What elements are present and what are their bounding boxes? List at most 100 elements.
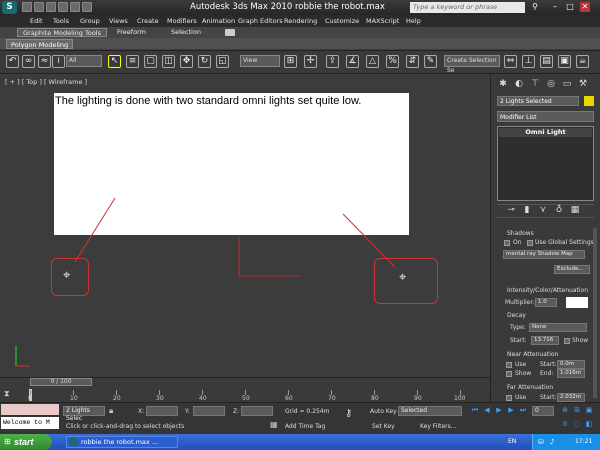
- display-tab-icon[interactable]: ▭: [561, 78, 573, 90]
- utilities-tab-icon[interactable]: ⚒: [577, 78, 589, 90]
- close-button[interactable]: ✕: [580, 2, 590, 12]
- scale-icon[interactable]: ◱: [216, 55, 229, 68]
- minimize-button[interactable]: –: [550, 2, 560, 12]
- far-start-input[interactable]: 2.032m: [557, 393, 585, 402]
- zoom-icon[interactable]: ⊕: [560, 406, 570, 415]
- maxscript-welcome-text[interactable]: Welcome to M: [1, 417, 59, 429]
- open-file-icon[interactable]: [34, 2, 44, 12]
- next-frame-icon[interactable]: ▶: [506, 406, 516, 415]
- menu-group[interactable]: Group: [80, 17, 100, 25]
- z-coordinate-input[interactable]: [241, 406, 273, 416]
- pan-icon[interactable]: ✋︎: [560, 420, 570, 429]
- use-global-settings-checkbox[interactable]: [527, 240, 533, 246]
- decay-start-input[interactable]: 13.716: [531, 336, 559, 345]
- modifier-list-dropdown[interactable]: Modifier List: [497, 111, 594, 122]
- shadows-on-checkbox[interactable]: [504, 240, 510, 246]
- ribbon-toggle-icon[interactable]: [225, 29, 235, 36]
- menu-customize[interactable]: Customize: [325, 17, 359, 25]
- tab-selection[interactable]: Selection: [166, 28, 206, 37]
- save-file-icon[interactable]: [46, 2, 56, 12]
- search-icon[interactable]: ⚲: [530, 2, 540, 12]
- near-start-input[interactable]: 0.0m: [557, 360, 585, 369]
- named-selection-dropdown[interactable]: Create Selection Se: [444, 55, 500, 74]
- multiplier-input[interactable]: 1.0: [535, 298, 557, 307]
- time-tag-icon[interactable]: ▦: [270, 420, 280, 430]
- menu-help[interactable]: Help: [406, 17, 421, 25]
- menu-modifiers[interactable]: Modifiers: [167, 17, 197, 25]
- menu-views[interactable]: Views: [109, 17, 128, 25]
- language-indicator[interactable]: EN: [508, 438, 516, 445]
- redo-icon[interactable]: [70, 2, 80, 12]
- motion-tab-icon[interactable]: ◎: [545, 78, 557, 90]
- pin-stack-icon[interactable]: ⊸: [505, 204, 517, 216]
- orbit-icon[interactable]: ◌: [572, 420, 582, 429]
- time-slider[interactable]: 0 / 100: [30, 378, 92, 386]
- maximize-viewport-icon[interactable]: ◧: [584, 420, 594, 429]
- select-manipulate-icon[interactable]: ✢: [304, 55, 317, 68]
- bind-space-warp-icon[interactable]: ≀: [52, 55, 65, 68]
- omni-light-right-icon[interactable]: ⌖: [399, 270, 406, 285]
- unlink-icon[interactable]: ≈: [38, 55, 51, 68]
- network-tray-icon[interactable]: ⛁: [538, 438, 546, 446]
- command-panel-scrollbar[interactable]: [593, 228, 597, 398]
- maxscript-listener-mini[interactable]: [1, 404, 59, 415]
- omni-light-left-icon[interactable]: ⌖: [63, 268, 70, 283]
- current-frame-input[interactable]: 0: [532, 406, 554, 416]
- auto-key-button[interactable]: Auto Key: [370, 408, 397, 415]
- tab-freeform[interactable]: Freeform: [112, 28, 151, 37]
- mini-curve-editor-icon[interactable]: ⧗: [4, 389, 14, 399]
- near-show-checkbox[interactable]: [506, 371, 512, 377]
- move-icon[interactable]: ✥: [180, 55, 193, 68]
- percent-snap-icon[interactable]: %: [386, 55, 399, 68]
- tab-polygon-modeling[interactable]: Polygon Modeling: [6, 39, 74, 49]
- mirror-icon[interactable]: ⇔: [504, 55, 517, 68]
- near-end-input[interactable]: 1.016m: [557, 369, 585, 378]
- menu-maxscript[interactable]: MAXScript: [366, 17, 399, 25]
- zoom-extents-icon[interactable]: ▣: [584, 406, 594, 415]
- reference-coordinate-dropdown[interactable]: View: [240, 55, 280, 67]
- pivot-center-icon[interactable]: ⊞: [284, 55, 297, 68]
- edit-named-selections-icon[interactable]: ✎: [424, 55, 437, 68]
- object-name-field[interactable]: 2 Lights Selected: [497, 96, 579, 106]
- snaps-toggle-icon[interactable]: ∡: [346, 55, 359, 68]
- key-filters-button[interactable]: Key Filters...: [420, 423, 457, 430]
- window-crossing-icon[interactable]: ◫: [162, 55, 175, 68]
- shadows-rollout-title[interactable]: Shadows: [507, 230, 534, 237]
- modify-tab-icon[interactable]: ◐: [513, 78, 525, 90]
- stack-item-omni-light[interactable]: Omni Light: [499, 128, 592, 137]
- rotate-icon[interactable]: ↻: [198, 55, 211, 68]
- far-use-checkbox[interactable]: [506, 395, 512, 401]
- spinner-snap-icon[interactable]: ⇵: [406, 55, 419, 68]
- undo-icon[interactable]: [58, 2, 68, 12]
- show-end-result-icon[interactable]: ▮: [521, 204, 533, 216]
- object-color-swatch[interactable]: [584, 96, 594, 106]
- angle-snap-icon[interactable]: △: [366, 55, 379, 68]
- y-coordinate-input[interactable]: [193, 406, 225, 416]
- selection-filter-dropdown[interactable]: All: [66, 55, 102, 67]
- add-time-tag[interactable]: Add Time Tag: [285, 423, 325, 430]
- render-icon[interactable]: ☕: [576, 55, 589, 68]
- make-unique-icon[interactable]: ⋎: [537, 204, 549, 216]
- hierarchy-tab-icon[interactable]: ⊤: [529, 78, 541, 90]
- decay-type-dropdown[interactable]: None: [529, 323, 587, 332]
- select-object-icon[interactable]: ↖: [108, 55, 121, 68]
- link-icon[interactable]: ∞: [22, 55, 35, 68]
- light-color-swatch[interactable]: [566, 297, 588, 308]
- shadow-type-dropdown[interactable]: mental ray Shadow Map: [503, 250, 585, 259]
- decay-show-checkbox[interactable]: [564, 338, 570, 344]
- taskbar-item-3ds-max[interactable]: robbie the robot.max ...: [66, 436, 178, 448]
- menu-tools[interactable]: Tools: [53, 17, 69, 25]
- zoom-all-icon[interactable]: ⊞: [572, 406, 582, 415]
- render-setup-icon[interactable]: ▣: [558, 55, 571, 68]
- set-key-button[interactable]: Set Key: [372, 423, 395, 430]
- select-by-name-icon[interactable]: ≡: [126, 55, 139, 68]
- menu-animation[interactable]: Animation: [202, 17, 235, 25]
- previous-frame-icon[interactable]: ◀: [482, 406, 492, 415]
- configure-sets-icon[interactable]: ▦: [569, 204, 581, 216]
- key-selection-dropdown[interactable]: Selected: [398, 406, 462, 416]
- app-logo-icon[interactable]: S: [2, 1, 17, 14]
- intensity-rollout-title[interactable]: Intensity/Color/Attenuation: [507, 287, 588, 294]
- go-to-end-icon[interactable]: ⏭: [518, 406, 528, 415]
- exclude-button[interactable]: Exclude...: [554, 265, 590, 274]
- near-use-checkbox[interactable]: [506, 362, 512, 368]
